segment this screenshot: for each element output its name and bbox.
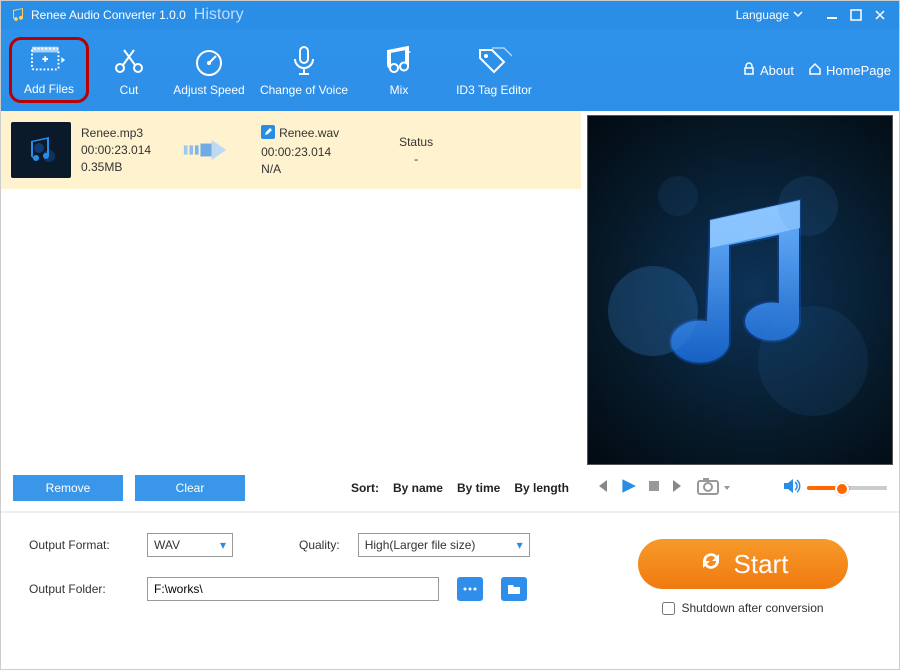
id3-label: ID3 Tag Editor — [456, 83, 532, 97]
id3-tag-editor-button[interactable]: ID3 Tag Editor — [439, 43, 549, 97]
quality-value: High(Larger file size) — [365, 538, 476, 552]
status-column: Status - — [381, 135, 451, 166]
media-controls — [587, 465, 893, 511]
shutdown-checkbox[interactable] — [662, 602, 675, 615]
home-icon — [808, 62, 822, 79]
quality-select[interactable]: High(Larger file size) ▾ — [358, 533, 530, 557]
main-toolbar: Add Files Cut Adjust Speed Change of Voi… — [1, 29, 899, 111]
volume-control — [783, 478, 887, 499]
scissors-icon — [111, 43, 147, 79]
about-link[interactable]: About — [742, 62, 794, 79]
stop-button[interactable] — [647, 479, 661, 498]
sort-by-length[interactable]: By length — [514, 481, 569, 495]
chevron-down-icon: ▾ — [517, 538, 523, 552]
remove-button[interactable]: Remove — [13, 475, 123, 501]
maximize-button[interactable] — [845, 6, 867, 24]
file-row[interactable]: Renee.mp3 00:00:23.014 0.35MB Renee.wav … — [1, 111, 581, 189]
about-label: About — [760, 63, 794, 78]
output-folder-input[interactable] — [147, 577, 439, 601]
snapshot-button[interactable] — [697, 477, 719, 500]
status-header: Status — [381, 135, 451, 149]
shutdown-checkbox-row[interactable]: Shutdown after conversion — [662, 601, 823, 615]
file-list-empty-area — [1, 189, 581, 465]
lock-icon — [742, 62, 756, 79]
clear-button[interactable]: Clear — [135, 475, 245, 501]
add-files-button[interactable]: Add Files — [9, 37, 89, 103]
minimize-button[interactable] — [821, 6, 843, 24]
adjust-speed-button[interactable]: Adjust Speed — [169, 43, 249, 97]
status-value: - — [381, 152, 451, 166]
change-of-voice-label: Change of Voice — [260, 83, 348, 97]
mix-icon — [381, 43, 417, 79]
homepage-link[interactable]: HomePage — [808, 62, 891, 79]
tag-icon — [476, 43, 512, 79]
output-settings: Output Format: WAV ▾ Quality: High(Large… — [29, 533, 613, 655]
language-selector[interactable]: Language — [736, 8, 803, 22]
start-button[interactable]: Start — [638, 539, 848, 589]
change-of-voice-button[interactable]: Change of Voice — [249, 43, 359, 97]
output-folder-row: Output Folder: — [29, 577, 613, 601]
more-options-button[interactable] — [457, 577, 483, 601]
sort-by-time[interactable]: By time — [457, 481, 500, 495]
app-logo-icon — [9, 7, 25, 23]
toolbar-right-links: About HomePage — [742, 62, 891, 79]
chevron-down-icon: ▾ — [220, 538, 226, 552]
sort-by-name[interactable]: By name — [393, 481, 443, 495]
language-label: Language — [736, 8, 789, 22]
file-thumbnail — [11, 122, 71, 178]
sort-controls: Sort: By name By time By length — [351, 481, 569, 495]
mix-label: Mix — [390, 83, 409, 97]
mix-button[interactable]: Mix — [359, 43, 439, 97]
dest-size: N/A — [261, 162, 371, 176]
snapshot-dropdown[interactable] — [723, 479, 731, 497]
play-button[interactable] — [619, 477, 637, 500]
preview-image — [587, 115, 893, 465]
homepage-label: HomePage — [826, 63, 891, 78]
prev-button[interactable] — [593, 478, 609, 499]
history-link[interactable]: History — [194, 6, 244, 24]
source-filename: Renee.mp3 — [81, 126, 151, 140]
output-folder-label: Output Folder: — [29, 582, 129, 596]
refresh-icon — [698, 548, 724, 581]
app-title: Renee Audio Converter 1.0.0 — [31, 8, 186, 22]
adjust-speed-label: Adjust Speed — [173, 83, 244, 97]
edit-icon[interactable] — [261, 125, 275, 142]
start-label: Start — [734, 549, 789, 580]
bottom-panel: Output Format: WAV ▾ Quality: High(Large… — [1, 513, 899, 665]
dest-duration: 00:00:23.014 — [261, 145, 371, 159]
output-format-row: Output Format: WAV ▾ Quality: High(Large… — [29, 533, 613, 557]
quality-label: Quality: — [299, 538, 340, 552]
output-format-select[interactable]: WAV ▾ — [147, 533, 233, 557]
output-format-label: Output Format: — [29, 538, 129, 552]
next-button[interactable] — [671, 478, 687, 499]
speedometer-icon — [191, 43, 227, 79]
microphone-icon — [286, 43, 322, 79]
titlebar: Renee Audio Converter 1.0.0 History Lang… — [1, 1, 899, 29]
sort-label: Sort: — [351, 481, 379, 495]
shutdown-label: Shutdown after conversion — [681, 601, 823, 615]
start-column: Start Shutdown after conversion — [613, 533, 873, 655]
add-files-label: Add Files — [24, 82, 74, 96]
preview-pane — [581, 111, 899, 511]
source-size: 0.35MB — [81, 160, 151, 174]
cut-button[interactable]: Cut — [89, 43, 169, 97]
main-area: Renee.mp3 00:00:23.014 0.35MB Renee.wav … — [1, 111, 899, 511]
dest-filename: Renee.wav — [279, 126, 339, 140]
conversion-arrow — [161, 136, 251, 164]
source-duration: 00:00:23.014 — [81, 143, 151, 157]
chevron-down-icon — [793, 8, 803, 22]
source-file-info: Renee.mp3 00:00:23.014 0.35MB — [81, 126, 151, 174]
volume-slider[interactable] — [807, 486, 887, 490]
close-button[interactable] — [869, 6, 891, 24]
file-list-pane: Renee.mp3 00:00:23.014 0.35MB Renee.wav … — [1, 111, 581, 511]
cut-label: Cut — [120, 83, 139, 97]
output-format-value: WAV — [154, 538, 180, 552]
list-controls: Remove Clear Sort: By name By time By le… — [1, 465, 581, 511]
volume-icon[interactable] — [783, 478, 801, 499]
browse-folder-button[interactable] — [501, 577, 527, 601]
add-files-icon — [31, 42, 67, 78]
dest-file-info: Renee.wav 00:00:23.014 N/A — [261, 125, 371, 176]
